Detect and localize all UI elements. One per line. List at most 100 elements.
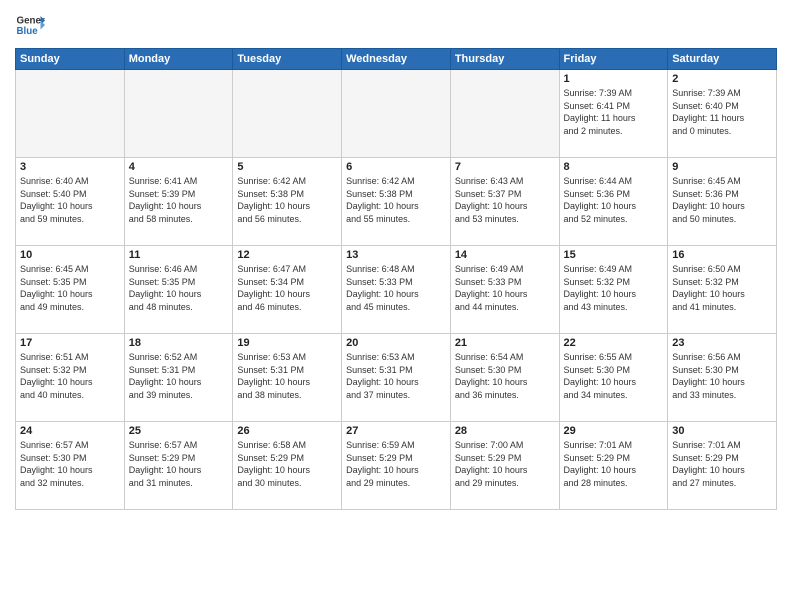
- day-info: Sunrise: 6:41 AM Sunset: 5:39 PM Dayligh…: [129, 175, 229, 225]
- day-info: Sunrise: 7:01 AM Sunset: 5:29 PM Dayligh…: [672, 439, 772, 489]
- calendar-cell: 15Sunrise: 6:49 AM Sunset: 5:32 PM Dayli…: [559, 246, 668, 334]
- calendar-cell: 27 Sunrise: 6:59 AM Sunset: 5:29 PM Dayli…: [342, 422, 451, 510]
- calendar-cell: 28 Sunrise: 7:00 AM Sunset: 5:29 PM Dayli…: [450, 422, 559, 510]
- day-info: Sunrise: 7:39 AM Sunset: 6:41 PM Dayligh…: [564, 87, 664, 137]
- calendar-cell: 22Sunrise: 6:55 AM Sunset: 5:30 PM Dayli…: [559, 334, 668, 422]
- day-info: Sunrise: 6:48 AM Sunset: 5:33 PM Dayligh…: [346, 263, 446, 313]
- day-number: 18: [129, 337, 229, 349]
- day-number: 26: [237, 425, 337, 437]
- day-info: Sunrise: 6:57 AM Sunset: 5:29 PM Dayligh…: [129, 439, 229, 489]
- calendar-cell: 2 Sunrise: 7:39 AM Sunset: 6:40 PM Daylig…: [668, 70, 777, 158]
- day-number: 14: [455, 249, 555, 261]
- calendar-cell: 4 Sunrise: 6:41 AM Sunset: 5:39 PM Daylig…: [124, 158, 233, 246]
- day-info: Sunrise: 6:53 AM Sunset: 5:31 PM Dayligh…: [237, 351, 337, 401]
- weekday-header-saturday: Saturday: [668, 49, 777, 70]
- calendar-cell: 11Sunrise: 6:46 AM Sunset: 5:35 PM Dayli…: [124, 246, 233, 334]
- calendar-cell: 20 Sunrise: 6:53 AM Sunset: 5:31 PM Dayli…: [342, 334, 451, 422]
- calendar-cell: 25 Sunrise: 6:57 AM Sunset: 5:29 PM Dayli…: [124, 422, 233, 510]
- calendar-cell: [233, 70, 342, 158]
- day-info: Sunrise: 6:53 AM Sunset: 5:31 PM Dayligh…: [346, 351, 446, 401]
- day-info: Sunrise: 6:57 AM Sunset: 5:30 PM Dayligh…: [20, 439, 120, 489]
- day-number: 2: [672, 73, 772, 85]
- weekday-header-wednesday: Wednesday: [342, 49, 451, 70]
- calendar-cell: 18Sunrise: 6:52 AM Sunset: 5:31 PM Dayli…: [124, 334, 233, 422]
- calendar-week-1: 1 Sunrise: 7:39 AM Sunset: 6:41 PM Daylig…: [16, 70, 777, 158]
- calendar-cell: 26 Sunrise: 6:58 AM Sunset: 5:29 PM Dayli…: [233, 422, 342, 510]
- logo-icon: General Blue: [15, 10, 45, 40]
- weekday-header-friday: Friday: [559, 49, 668, 70]
- day-info: Sunrise: 6:54 AM Sunset: 5:30 PM Dayligh…: [455, 351, 555, 401]
- day-number: 3: [20, 161, 120, 173]
- weekday-header-tuesday: Tuesday: [233, 49, 342, 70]
- calendar-header-row: SundayMondayTuesdayWednesdayThursdayFrid…: [16, 49, 777, 70]
- svg-text:Blue: Blue: [17, 26, 39, 37]
- day-number: 20: [346, 337, 446, 349]
- day-info: Sunrise: 6:47 AM Sunset: 5:34 PM Dayligh…: [237, 263, 337, 313]
- day-info: Sunrise: 6:56 AM Sunset: 5:30 PM Dayligh…: [672, 351, 772, 401]
- weekday-header-sunday: Sunday: [16, 49, 125, 70]
- day-info: Sunrise: 6:43 AM Sunset: 5:37 PM Dayligh…: [455, 175, 555, 225]
- day-info: Sunrise: 6:45 AM Sunset: 5:35 PM Dayligh…: [20, 263, 120, 313]
- day-number: 30: [672, 425, 772, 437]
- day-number: 1: [564, 73, 664, 85]
- day-info: Sunrise: 6:50 AM Sunset: 5:32 PM Dayligh…: [672, 263, 772, 313]
- day-number: 9: [672, 161, 772, 173]
- day-info: Sunrise: 6:42 AM Sunset: 5:38 PM Dayligh…: [346, 175, 446, 225]
- day-info: Sunrise: 6:40 AM Sunset: 5:40 PM Dayligh…: [20, 175, 120, 225]
- calendar-cell: 10 Sunrise: 6:45 AM Sunset: 5:35 PM Dayli…: [16, 246, 125, 334]
- day-number: 24: [20, 425, 120, 437]
- day-number: 5: [237, 161, 337, 173]
- day-number: 19: [237, 337, 337, 349]
- day-info: Sunrise: 6:51 AM Sunset: 5:32 PM Dayligh…: [20, 351, 120, 401]
- day-info: Sunrise: 7:39 AM Sunset: 6:40 PM Dayligh…: [672, 87, 772, 137]
- day-number: 25: [129, 425, 229, 437]
- day-number: 11: [129, 249, 229, 261]
- day-info: Sunrise: 6:44 AM Sunset: 5:36 PM Dayligh…: [564, 175, 664, 225]
- calendar-cell: 19 Sunrise: 6:53 AM Sunset: 5:31 PM Dayli…: [233, 334, 342, 422]
- day-number: 6: [346, 161, 446, 173]
- calendar-cell: [450, 70, 559, 158]
- calendar-week-2: 3 Sunrise: 6:40 AM Sunset: 5:40 PM Daylig…: [16, 158, 777, 246]
- day-info: Sunrise: 7:01 AM Sunset: 5:29 PM Dayligh…: [564, 439, 664, 489]
- day-info: Sunrise: 6:49 AM Sunset: 5:33 PM Dayligh…: [455, 263, 555, 313]
- calendar-week-4: 17 Sunrise: 6:51 AM Sunset: 5:32 PM Dayli…: [16, 334, 777, 422]
- calendar-cell: 21 Sunrise: 6:54 AM Sunset: 5:30 PM Dayli…: [450, 334, 559, 422]
- calendar-cell: 16 Sunrise: 6:50 AM Sunset: 5:32 PM Dayli…: [668, 246, 777, 334]
- day-info: Sunrise: 6:45 AM Sunset: 5:36 PM Dayligh…: [672, 175, 772, 225]
- calendar-cell: 6 Sunrise: 6:42 AM Sunset: 5:38 PM Daylig…: [342, 158, 451, 246]
- calendar-week-3: 10 Sunrise: 6:45 AM Sunset: 5:35 PM Dayli…: [16, 246, 777, 334]
- day-number: 10: [20, 249, 120, 261]
- day-number: 16: [672, 249, 772, 261]
- logo: General Blue: [15, 10, 45, 40]
- calendar-cell: 17 Sunrise: 6:51 AM Sunset: 5:32 PM Dayli…: [16, 334, 125, 422]
- calendar-cell: 23 Sunrise: 6:56 AM Sunset: 5:30 PM Dayli…: [668, 334, 777, 422]
- day-number: 15: [564, 249, 664, 261]
- day-number: 27: [346, 425, 446, 437]
- calendar-table: SundayMondayTuesdayWednesdayThursdayFrid…: [15, 48, 777, 510]
- day-info: Sunrise: 6:58 AM Sunset: 5:29 PM Dayligh…: [237, 439, 337, 489]
- header: General Blue: [15, 10, 777, 40]
- calendar-cell: 29 Sunrise: 7:01 AM Sunset: 5:29 PM Dayli…: [559, 422, 668, 510]
- day-number: 13: [346, 249, 446, 261]
- calendar-cell: [16, 70, 125, 158]
- day-number: 29: [564, 425, 664, 437]
- calendar-cell: [124, 70, 233, 158]
- calendar-cell: 30 Sunrise: 7:01 AM Sunset: 5:29 PM Dayli…: [668, 422, 777, 510]
- day-number: 23: [672, 337, 772, 349]
- calendar-cell: 9 Sunrise: 6:45 AM Sunset: 5:36 PM Daylig…: [668, 158, 777, 246]
- day-number: 17: [20, 337, 120, 349]
- day-number: 28: [455, 425, 555, 437]
- calendar-cell: 8Sunrise: 6:44 AM Sunset: 5:36 PM Daylig…: [559, 158, 668, 246]
- calendar-cell: 5 Sunrise: 6:42 AM Sunset: 5:38 PM Daylig…: [233, 158, 342, 246]
- day-number: 7: [455, 161, 555, 173]
- calendar-week-5: 24 Sunrise: 6:57 AM Sunset: 5:30 PM Dayli…: [16, 422, 777, 510]
- calendar-cell: [342, 70, 451, 158]
- day-info: Sunrise: 7:00 AM Sunset: 5:29 PM Dayligh…: [455, 439, 555, 489]
- calendar-cell: 7 Sunrise: 6:43 AM Sunset: 5:37 PM Daylig…: [450, 158, 559, 246]
- calendar-cell: 14 Sunrise: 6:49 AM Sunset: 5:33 PM Dayli…: [450, 246, 559, 334]
- day-info: Sunrise: 6:42 AM Sunset: 5:38 PM Dayligh…: [237, 175, 337, 225]
- day-number: 21: [455, 337, 555, 349]
- day-info: Sunrise: 6:59 AM Sunset: 5:29 PM Dayligh…: [346, 439, 446, 489]
- day-number: 4: [129, 161, 229, 173]
- page: General Blue SundayMondayTuesdayWednesda…: [0, 0, 792, 612]
